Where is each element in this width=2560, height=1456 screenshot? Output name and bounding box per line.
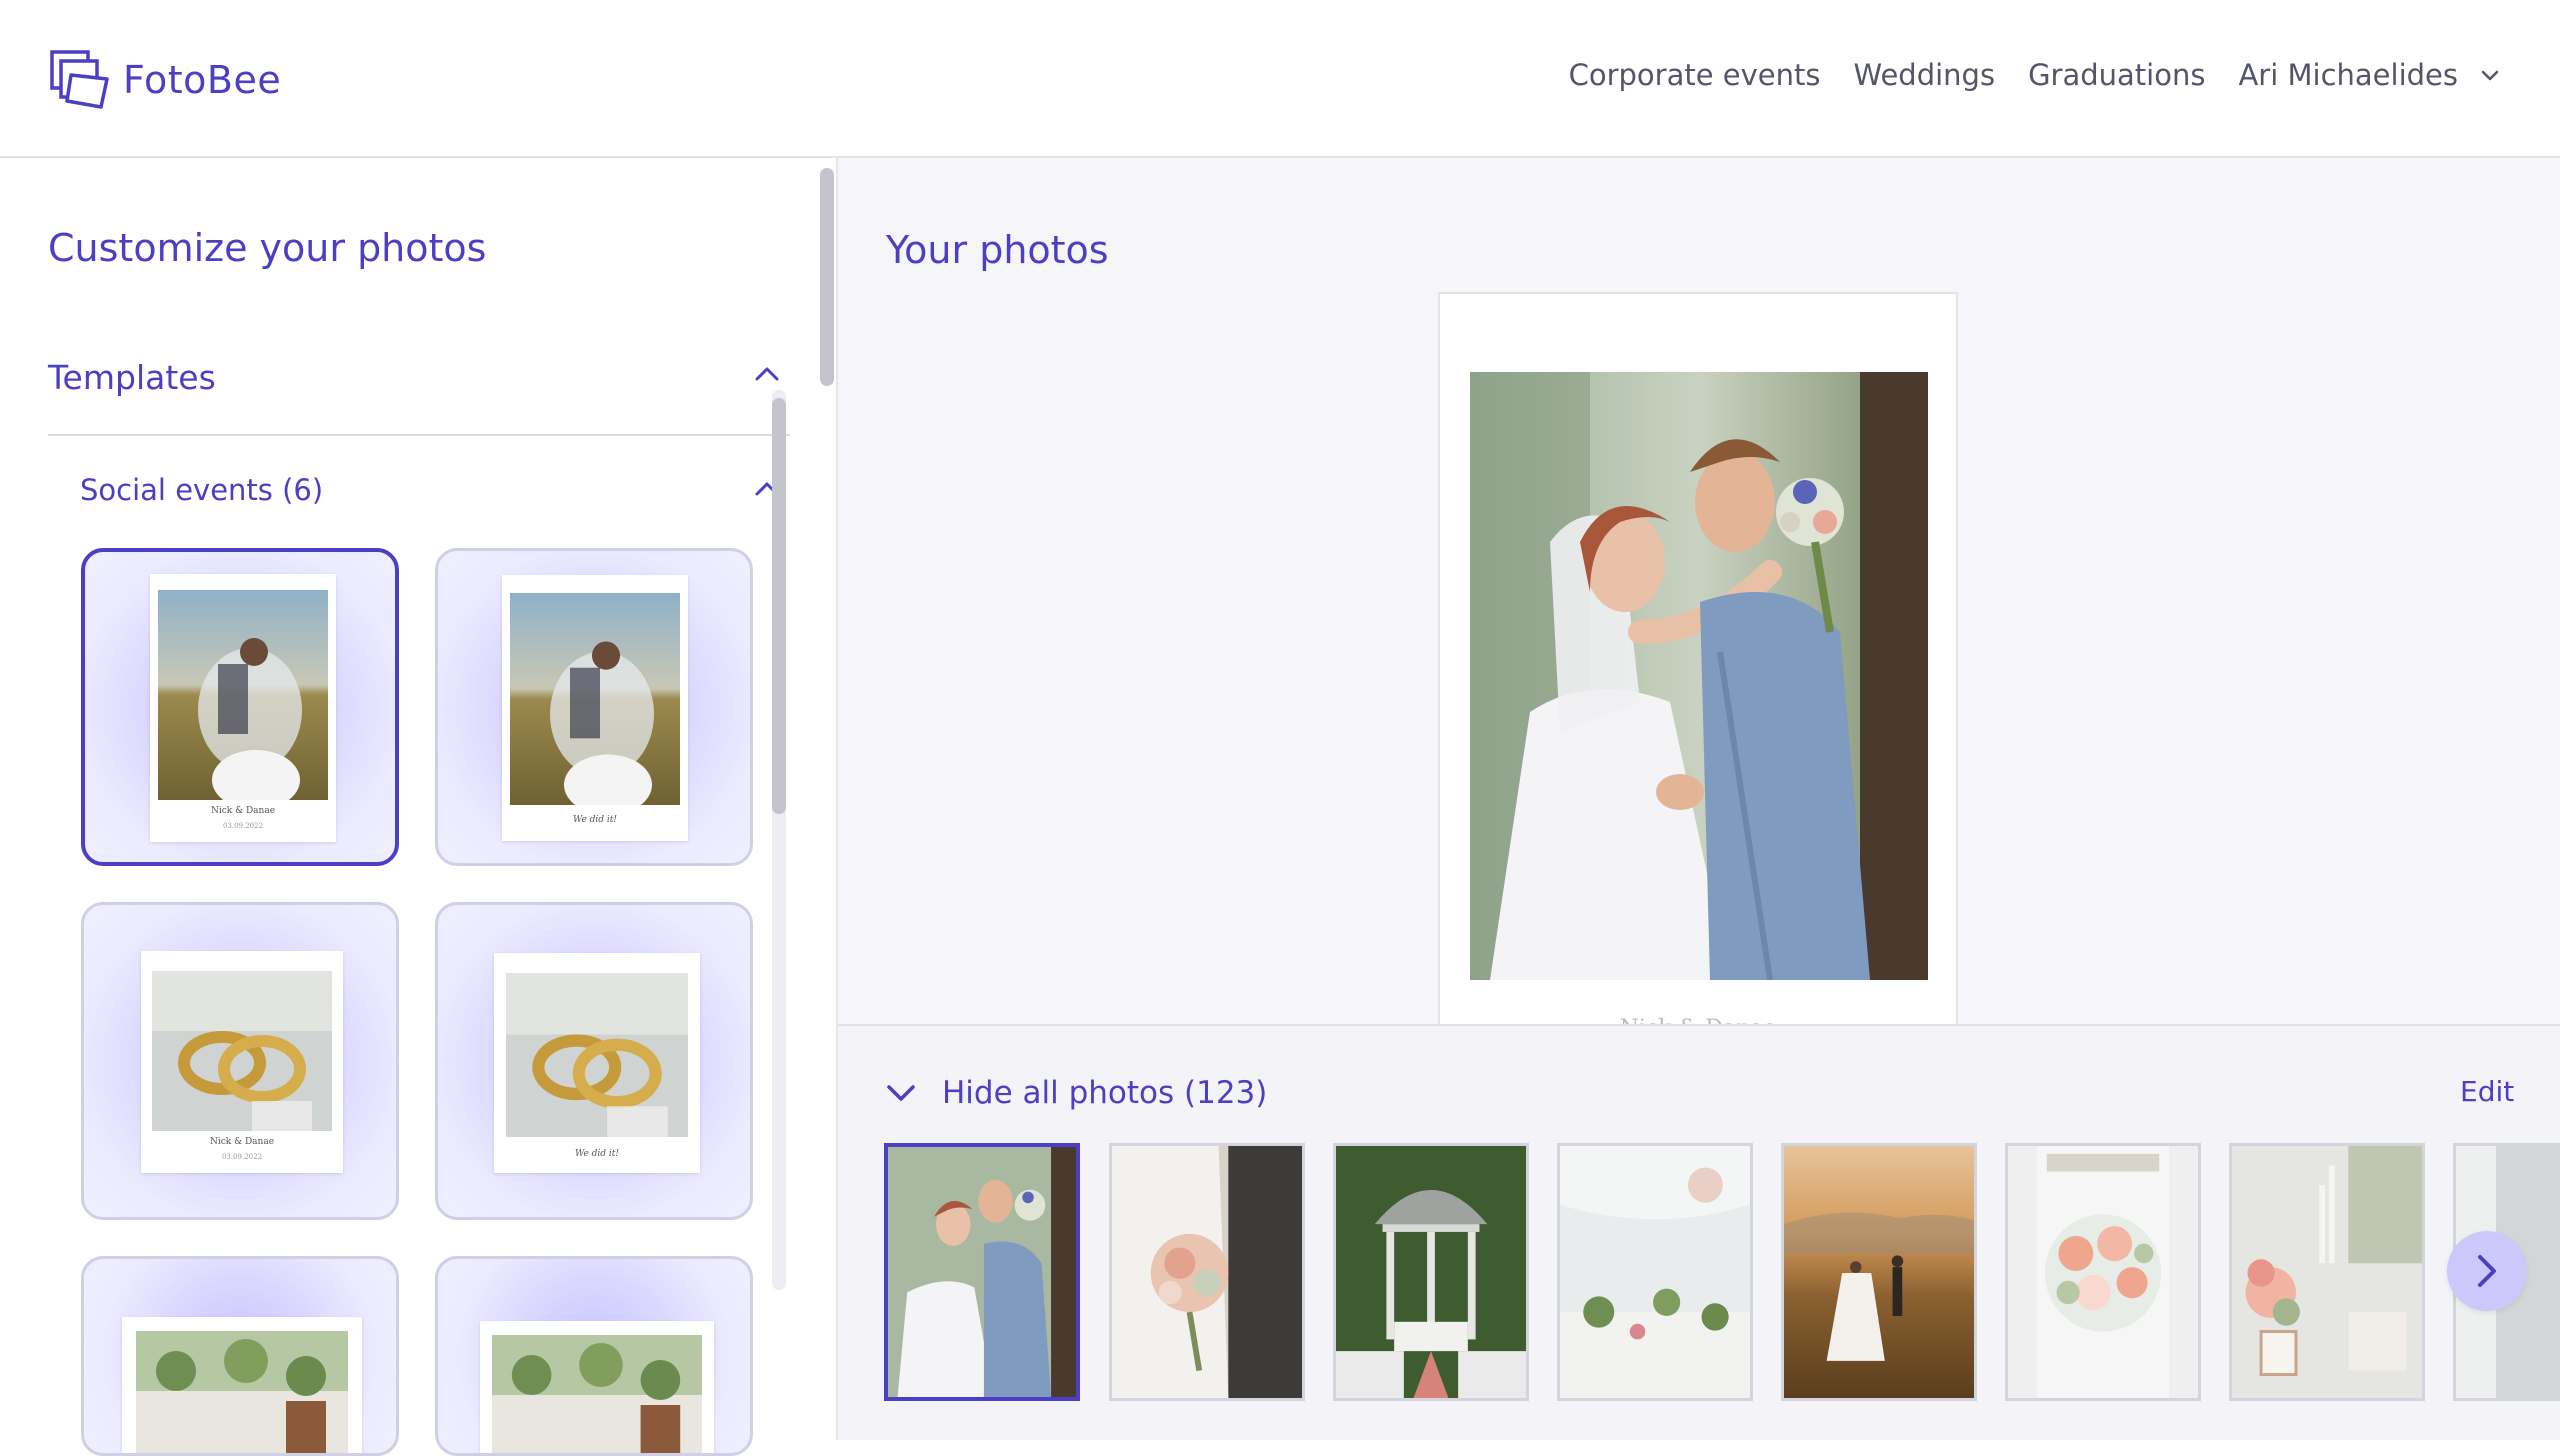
template-card[interactable]: Nick & Danae 03.09.2022 [81,902,399,1220]
chevron-down-icon [2458,65,2500,85]
hide-photos-label: Hide all photos (123) [942,1075,1268,1111]
template-photo [510,593,680,805]
photo-thumbnail[interactable] [1333,1143,1529,1401]
main-nav: Corporate events Weddings Graduations Ar… [1536,58,2500,92]
template-print: Nick & Danae 03.09.2022 [150,574,336,842]
template-print: Nick & Danae 03.09.2022 [141,951,343,1173]
template-date: 03.09.2022 [221,1153,263,1161]
nav-corporate-events[interactable]: Corporate events [1569,58,1821,92]
nav-weddings[interactable]: Weddings [1853,58,1995,92]
template-photo [492,1335,702,1453]
template-print [122,1317,362,1453]
template-caption: We did it! [572,815,618,825]
template-caption: We did it! [574,1149,620,1159]
social-events-header[interactable]: Social events (6) [80,473,780,507]
template-card[interactable] [435,1256,753,1456]
template-print [480,1321,714,1453]
chevron-down-icon [886,1082,916,1104]
templates-label: Templates [48,358,216,397]
photo-thumbnail[interactable] [2229,1143,2425,1401]
nav-graduations[interactable]: Graduations [2028,58,2205,92]
photo-thumbnail[interactable] [884,1143,1080,1401]
photo-thumbnail[interactable] [2005,1143,2201,1401]
panel-scrollbar-thumb[interactable] [820,168,834,386]
photo-thumbnail[interactable] [1781,1143,1977,1401]
logo-icon [49,49,111,111]
template-print: We did it! [502,575,688,841]
edit-gallery-link[interactable]: Edit [2460,1075,2514,1108]
template-date: 03.09.2022 [222,822,264,830]
template-photo [152,971,332,1131]
logo-text: FotoBee [123,58,282,102]
top-header: FotoBee Corporate events Weddings Gradua… [0,0,2560,158]
preview-title: Your photos [886,228,1109,272]
templates-scrollbar-thumb[interactable] [772,398,786,814]
social-events-label: Social events (6) [80,473,324,507]
logo[interactable]: FotoBee [49,49,281,111]
preview-caption: Nick & Danae [1440,1016,1956,1024]
photo-thumbnail[interactable] [1557,1143,1753,1401]
preview-photo [1470,372,1928,980]
template-caption: Nick & Danae [210,806,276,816]
template-photo [506,973,688,1137]
hide-photos-toggle[interactable]: Hide all photos (123) [886,1075,1267,1111]
template-card[interactable]: We did it! [435,902,753,1220]
template-photo [136,1331,348,1453]
chevron-right-icon [2473,1254,2501,1288]
user-menu[interactable]: Ari Michaelides [2238,58,2500,92]
preview-print[interactable]: Nick & Danae [1438,292,1958,1024]
template-print: We did it! [494,953,700,1173]
template-card[interactable]: Nick & Danae 03.09.2022 [81,548,399,866]
template-photo [158,590,328,800]
section-divider [48,434,790,436]
photo-thumbnail[interactable] [1109,1143,1305,1401]
template-card[interactable]: We did it! [435,548,753,866]
template-card[interactable] [81,1256,399,1456]
user-name: Ari Michaelides [2238,58,2458,92]
panel-title: Customize your photos [48,226,487,270]
templates-section-header[interactable]: Templates [48,358,790,397]
next-photos-button[interactable] [2447,1231,2527,1311]
template-caption: Nick & Danae [209,1137,275,1147]
